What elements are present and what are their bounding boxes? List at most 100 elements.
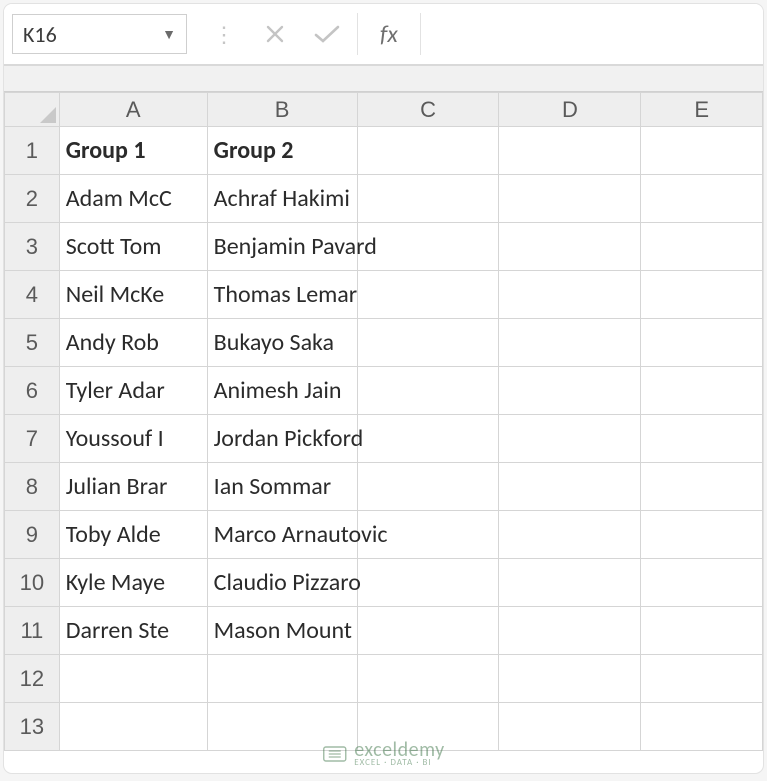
- col-header-D[interactable]: D: [499, 93, 641, 127]
- cell-D3[interactable]: [499, 223, 641, 271]
- spreadsheet-grid[interactable]: A B C D E 1Group 1Group 2 2Adam McCAchraf…: [4, 92, 763, 751]
- cell-A5[interactable]: Andy Rob: [59, 319, 207, 367]
- row-header[interactable]: 5: [5, 319, 60, 367]
- cell-C3[interactable]: [357, 223, 499, 271]
- cell-B9[interactable]: Marco Arnautovic: [207, 511, 357, 559]
- cell-D12[interactable]: [499, 655, 641, 703]
- cell-B8[interactable]: Ian Sommar: [207, 463, 357, 511]
- row-header[interactable]: 3: [5, 223, 60, 271]
- table-row: 13: [5, 703, 763, 751]
- cell-C8[interactable]: [357, 463, 499, 511]
- cell-D1[interactable]: [499, 127, 641, 175]
- cell-A7[interactable]: Youssouf I: [59, 415, 207, 463]
- cell-A2[interactable]: Adam McC: [59, 175, 207, 223]
- cell-C7[interactable]: [357, 415, 499, 463]
- chevron-down-icon[interactable]: ▼: [162, 26, 176, 43]
- cell-B12[interactable]: [207, 655, 357, 703]
- col-header-A[interactable]: A: [59, 93, 207, 127]
- cell-A8[interactable]: Julian Brar: [59, 463, 207, 511]
- row-header[interactable]: 10: [5, 559, 60, 607]
- cell-B6[interactable]: Animesh Jain: [207, 367, 357, 415]
- cell-C5[interactable]: [357, 319, 499, 367]
- table-row: 7Youssouf IJordan Pickford: [5, 415, 763, 463]
- row-header[interactable]: 4: [5, 271, 60, 319]
- check-icon: [314, 24, 340, 44]
- cell-C11[interactable]: [357, 607, 499, 655]
- cell-E9[interactable]: [641, 511, 763, 559]
- cell-E7[interactable]: [641, 415, 763, 463]
- row-header[interactable]: 13: [5, 703, 60, 751]
- col-header-C[interactable]: C: [357, 93, 499, 127]
- cell-E8[interactable]: [641, 463, 763, 511]
- cell-A4[interactable]: Neil McKe: [59, 271, 207, 319]
- formula-bar: K16 ▼ ⋮ fx: [4, 4, 763, 66]
- cell-A3[interactable]: Scott Tom: [59, 223, 207, 271]
- cell-D8[interactable]: [499, 463, 641, 511]
- cell-E6[interactable]: [641, 367, 763, 415]
- col-header-E[interactable]: E: [641, 93, 763, 127]
- cell-A10[interactable]: Kyle Maye: [59, 559, 207, 607]
- cell-D4[interactable]: [499, 271, 641, 319]
- cell-C4[interactable]: [357, 271, 499, 319]
- cell-D10[interactable]: [499, 559, 641, 607]
- cell-E13[interactable]: [641, 703, 763, 751]
- ribbon-gap: [4, 66, 763, 92]
- cell-B11[interactable]: Mason Mount: [207, 607, 357, 655]
- cell-B1[interactable]: Group 2: [207, 127, 357, 175]
- row-header[interactable]: 12: [5, 655, 60, 703]
- cell-C13[interactable]: [357, 703, 499, 751]
- row-header[interactable]: 11: [5, 607, 60, 655]
- cell-D9[interactable]: [499, 511, 641, 559]
- cell-E2[interactable]: [641, 175, 763, 223]
- cell-A11[interactable]: Darren Ste: [59, 607, 207, 655]
- cell-C12[interactable]: [357, 655, 499, 703]
- cell-E1[interactable]: [641, 127, 763, 175]
- drag-handle-icon: ⋮: [213, 21, 235, 48]
- table-row: 4Neil McKeThomas Lemar: [5, 271, 763, 319]
- select-all-corner[interactable]: [5, 93, 60, 127]
- cell-D2[interactable]: [499, 175, 641, 223]
- cell-E3[interactable]: [641, 223, 763, 271]
- cell-A6[interactable]: Tyler Adar: [59, 367, 207, 415]
- close-icon: [265, 24, 285, 44]
- cell-A1[interactable]: Group 1: [59, 127, 207, 175]
- col-header-B[interactable]: B: [207, 93, 357, 127]
- cell-B5[interactable]: Bukayo Saka: [207, 319, 357, 367]
- cell-E5[interactable]: [641, 319, 763, 367]
- cell-C1[interactable]: [357, 127, 499, 175]
- cell-B7[interactable]: Jordan Pickford: [207, 415, 357, 463]
- table-row: 3Scott TomBenjamin Pavard: [5, 223, 763, 271]
- cell-D7[interactable]: [499, 415, 641, 463]
- cell-E10[interactable]: [641, 559, 763, 607]
- cell-C10[interactable]: [357, 559, 499, 607]
- row-header[interactable]: 9: [5, 511, 60, 559]
- cell-D5[interactable]: [499, 319, 641, 367]
- cell-B3[interactable]: Benjamin Pavard: [207, 223, 357, 271]
- cell-B4[interactable]: Thomas Lemar: [207, 271, 357, 319]
- row-header[interactable]: 6: [5, 367, 60, 415]
- cell-D6[interactable]: [499, 367, 641, 415]
- cell-A9[interactable]: Toby Alde: [59, 511, 207, 559]
- cell-E12[interactable]: [641, 655, 763, 703]
- table-row: 10Kyle MayeClaudio Pizzaro: [5, 559, 763, 607]
- cell-B10[interactable]: Claudio Pizzaro: [207, 559, 357, 607]
- cell-B13[interactable]: [207, 703, 357, 751]
- row-header[interactable]: 7: [5, 415, 60, 463]
- cell-B2[interactable]: Achraf Hakimi: [207, 175, 357, 223]
- cell-D11[interactable]: [499, 607, 641, 655]
- cell-C2[interactable]: [357, 175, 499, 223]
- divider: [357, 13, 358, 55]
- cell-C6[interactable]: [357, 367, 499, 415]
- cell-E11[interactable]: [641, 607, 763, 655]
- row-header[interactable]: 2: [5, 175, 60, 223]
- row-header[interactable]: 8: [5, 463, 60, 511]
- row-header[interactable]: 1: [5, 127, 60, 175]
- cell-E4[interactable]: [641, 271, 763, 319]
- formula-input[interactable]: [425, 14, 755, 54]
- cell-A13[interactable]: [59, 703, 207, 751]
- cell-A12[interactable]: [59, 655, 207, 703]
- cell-D13[interactable]: [499, 703, 641, 751]
- grid-area[interactable]: A B C D E 1Group 1Group 2 2Adam McCAchraf…: [4, 92, 763, 773]
- name-box[interactable]: K16 ▼: [12, 14, 187, 54]
- fx-label[interactable]: fx: [362, 20, 416, 49]
